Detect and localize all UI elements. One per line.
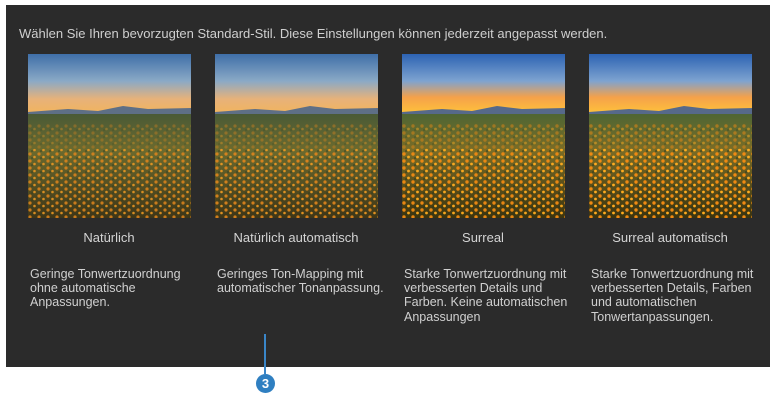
style-description: Starke Tonwertzuordnung mit verbesserten… bbox=[404, 267, 568, 324]
natural-thumbnail[interactable] bbox=[28, 54, 191, 218]
style-option-surreal[interactable]: Surreal Starke Tonwertzuordnung mit verb… bbox=[400, 54, 567, 324]
style-name: Natürlich automatisch bbox=[233, 230, 359, 245]
style-dialog: Wählen Sie Ihren bevorzugten Standard-St… bbox=[6, 5, 770, 367]
callout-line bbox=[264, 334, 266, 374]
style-description: Geringes Ton-Mapping mit automatischer T… bbox=[217, 267, 384, 296]
style-name: Surreal automatisch bbox=[612, 230, 728, 245]
style-option-natural[interactable]: Natürlich Geringe Tonwertzuordnung ohne … bbox=[26, 54, 192, 310]
surreal-auto-thumbnail[interactable] bbox=[589, 54, 752, 218]
style-description: Geringe Tonwertzuordnung ohne automatisc… bbox=[30, 267, 181, 310]
callout-number-badge: 3 bbox=[256, 374, 275, 393]
surreal-thumbnail[interactable] bbox=[402, 54, 565, 218]
style-option-surreal-auto[interactable]: Surreal automatisch Starke Tonwertzuordn… bbox=[587, 54, 753, 324]
style-description: Starke Tonwertzuordnung mit verbesserten… bbox=[591, 267, 754, 324]
style-name: Surreal bbox=[462, 230, 504, 245]
natural-auto-thumbnail[interactable] bbox=[215, 54, 378, 218]
style-option-natural-auto[interactable]: Natürlich automatisch Geringes Ton-Mappi… bbox=[213, 54, 384, 295]
style-name: Natürlich bbox=[83, 230, 135, 245]
intro-text: Wählen Sie Ihren bevorzugten Standard-St… bbox=[19, 26, 608, 41]
